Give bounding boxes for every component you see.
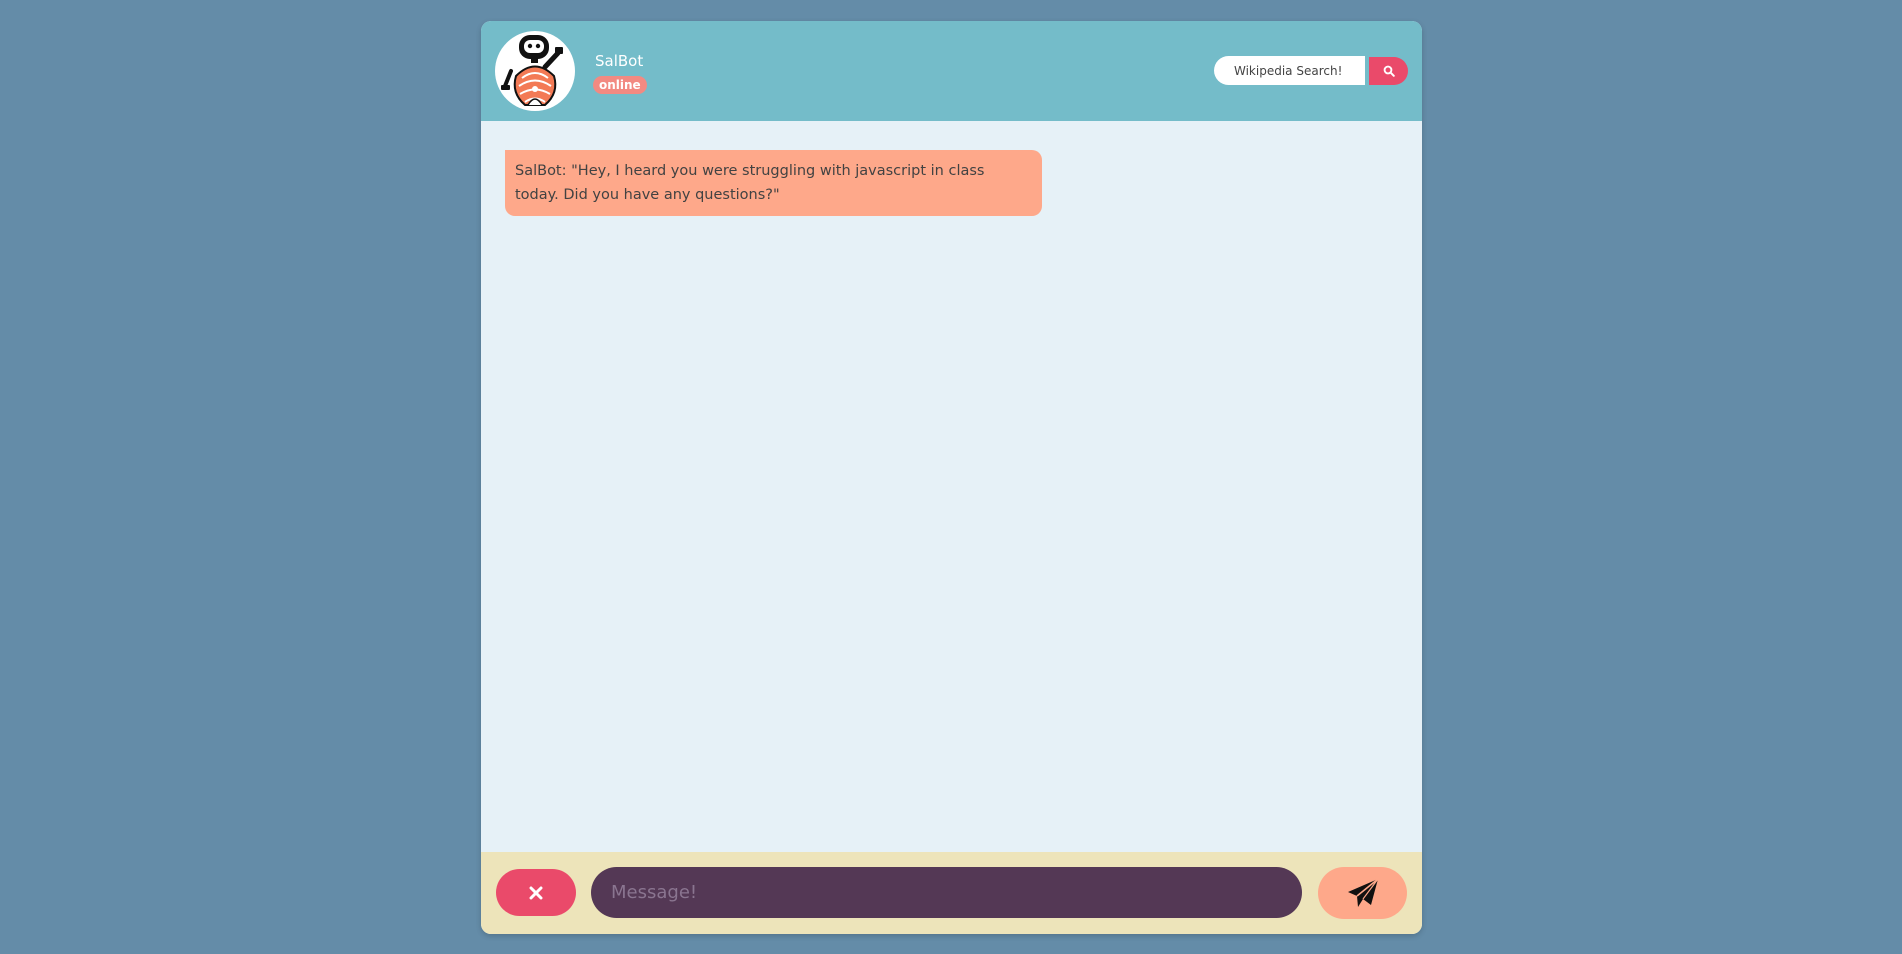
message-list: SalBot: "Hey, I heard you were strugglin… [481, 121, 1422, 852]
search-icon [1383, 65, 1395, 77]
bot-message-bubble: SalBot: "Hey, I heard you were strugglin… [505, 150, 1042, 216]
bot-name: SalBot [595, 52, 644, 70]
chat-window: SalBot online SalBot: "Hey, I heard you … [481, 21, 1422, 934]
status-badge: online [593, 76, 647, 94]
clear-button[interactable] [496, 869, 576, 916]
message-input[interactable] [591, 867, 1302, 918]
robot-icon [501, 35, 563, 106]
search-button[interactable] [1369, 57, 1408, 85]
bot-avatar [495, 31, 575, 111]
chat-header: SalBot online [481, 21, 1422, 121]
send-button[interactable] [1318, 867, 1407, 919]
wikipedia-search-input[interactable] [1214, 56, 1365, 85]
composer-bar [481, 852, 1422, 934]
close-icon [529, 886, 543, 899]
paper-plane-icon [1347, 878, 1379, 907]
